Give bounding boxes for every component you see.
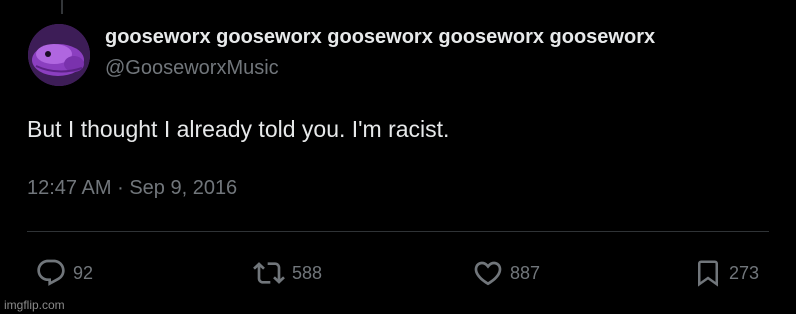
purple-creature-avatar-icon bbox=[28, 24, 90, 86]
heart-icon bbox=[474, 261, 502, 286]
tweet-timestamp[interactable]: 12:47 AM · Sep 9, 2016 bbox=[27, 177, 237, 200]
reply-icon bbox=[37, 259, 65, 286]
bookmark-button[interactable]: 273 bbox=[693, 256, 759, 290]
reply-count: 92 bbox=[73, 262, 94, 283]
bookmark-icon bbox=[698, 260, 718, 287]
like-count: 887 bbox=[510, 262, 541, 283]
watermark: imgflip.com bbox=[4, 298, 65, 312]
tweet-text: But I thought I already told you. I'm ra… bbox=[27, 116, 450, 142]
retweet-count: 588 bbox=[292, 262, 323, 283]
retweet-icon bbox=[253, 262, 285, 284]
author-handle[interactable]: @GooseworxMusic bbox=[105, 57, 279, 80]
retweet-button[interactable]: 588 bbox=[252, 256, 322, 290]
tweet-date: Sep 9, 2016 bbox=[129, 177, 238, 199]
divider bbox=[27, 231, 769, 232]
bookmark-count: 273 bbox=[729, 262, 760, 283]
timestamp-separator: · bbox=[117, 177, 124, 199]
tweet-time: 12:47 AM bbox=[27, 177, 112, 199]
reply-button[interactable]: 92 bbox=[35, 256, 93, 290]
thread-connector-line bbox=[61, 0, 63, 14]
author-display-name[interactable]: gooseworx gooseworx gooseworx gooseworx … bbox=[105, 26, 655, 49]
like-button[interactable]: 887 bbox=[472, 256, 540, 290]
avatar[interactable] bbox=[28, 24, 90, 86]
